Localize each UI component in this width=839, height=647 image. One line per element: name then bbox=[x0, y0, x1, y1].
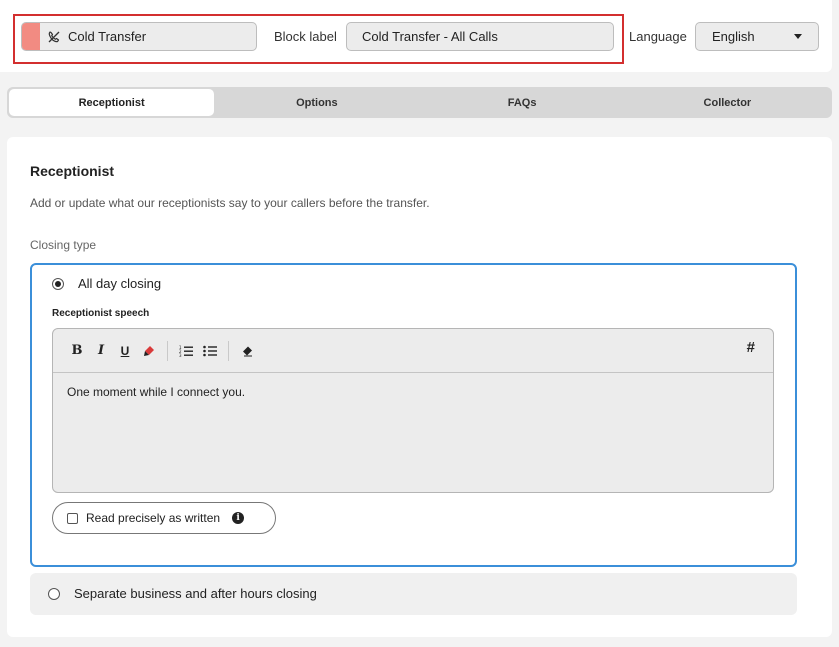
tab-bar: Receptionist Options FAQs Collector bbox=[7, 87, 832, 118]
speech-editor[interactable]: B I U 1 2 3 # One moment while I connect… bbox=[52, 328, 774, 493]
insert-variable-button[interactable]: # bbox=[747, 339, 755, 356]
tab-collector[interactable]: Collector bbox=[625, 89, 830, 116]
language-caption: Language bbox=[629, 29, 687, 44]
option-all-day-row[interactable]: All day closing bbox=[52, 276, 161, 291]
closing-type-label: Closing type bbox=[30, 238, 97, 252]
info-icon[interactable]: i bbox=[232, 512, 245, 524]
panel-description: Add or update what our receptionists say… bbox=[30, 196, 430, 210]
eraser-icon[interactable] bbox=[235, 339, 259, 363]
editor-toolbar: B I U 1 2 3 # bbox=[53, 329, 773, 373]
block-type-label: Cold Transfer bbox=[68, 29, 147, 44]
highlight-marker-icon[interactable] bbox=[137, 339, 161, 363]
read-precisely-label: Read precisely as written bbox=[86, 511, 221, 525]
tab-receptionist[interactable]: Receptionist bbox=[9, 89, 215, 116]
option-all-day-closing[interactable]: All day closing Receptionist speech B I … bbox=[30, 263, 797, 567]
phone-slash-icon bbox=[40, 30, 68, 44]
panel-title: Receptionist bbox=[30, 163, 115, 179]
bullet-list-icon[interactable] bbox=[198, 339, 222, 363]
toolbar-divider bbox=[167, 340, 168, 361]
block-label-input[interactable]: Cold Transfer - All Calls bbox=[346, 22, 614, 51]
caret-down-icon bbox=[794, 34, 802, 39]
option-separate-row[interactable]: Separate business and after hours closin… bbox=[48, 586, 317, 601]
option-all-day-label: All day closing bbox=[78, 276, 162, 291]
read-precisely-checkbox[interactable] bbox=[67, 512, 78, 524]
radio-separate-closing[interactable] bbox=[48, 587, 60, 600]
read-precisely-toggle[interactable]: Read precisely as written i bbox=[52, 502, 276, 534]
speech-text[interactable]: One moment while I connect you. bbox=[53, 373, 773, 411]
radio-all-day-closing[interactable] bbox=[52, 277, 64, 290]
tab-options[interactable]: Options bbox=[214, 89, 419, 116]
speech-label: Receptionist speech bbox=[52, 308, 150, 319]
top-bar: Cold Transfer Block label Cold Transfer … bbox=[0, 0, 832, 72]
option-separate-label: Separate business and after hours closin… bbox=[74, 586, 317, 601]
block-color-strip bbox=[22, 23, 40, 50]
tab-faqs[interactable]: FAQs bbox=[420, 89, 625, 116]
bold-button[interactable]: B bbox=[65, 339, 89, 363]
underline-button[interactable]: U bbox=[113, 339, 137, 363]
block-label-caption: Block label bbox=[274, 29, 337, 44]
svg-text:3: 3 bbox=[179, 353, 182, 357]
italic-button[interactable]: I bbox=[89, 339, 113, 363]
numbered-list-icon[interactable]: 1 2 3 bbox=[174, 339, 198, 363]
language-select[interactable]: English bbox=[695, 22, 819, 51]
toolbar-divider bbox=[228, 340, 229, 361]
block-type-selector[interactable]: Cold Transfer bbox=[21, 22, 257, 51]
receptionist-panel: Receptionist Add or update what our rece… bbox=[7, 137, 832, 637]
language-value: English bbox=[712, 29, 755, 44]
option-separate-closing[interactable]: Separate business and after hours closin… bbox=[30, 573, 797, 615]
